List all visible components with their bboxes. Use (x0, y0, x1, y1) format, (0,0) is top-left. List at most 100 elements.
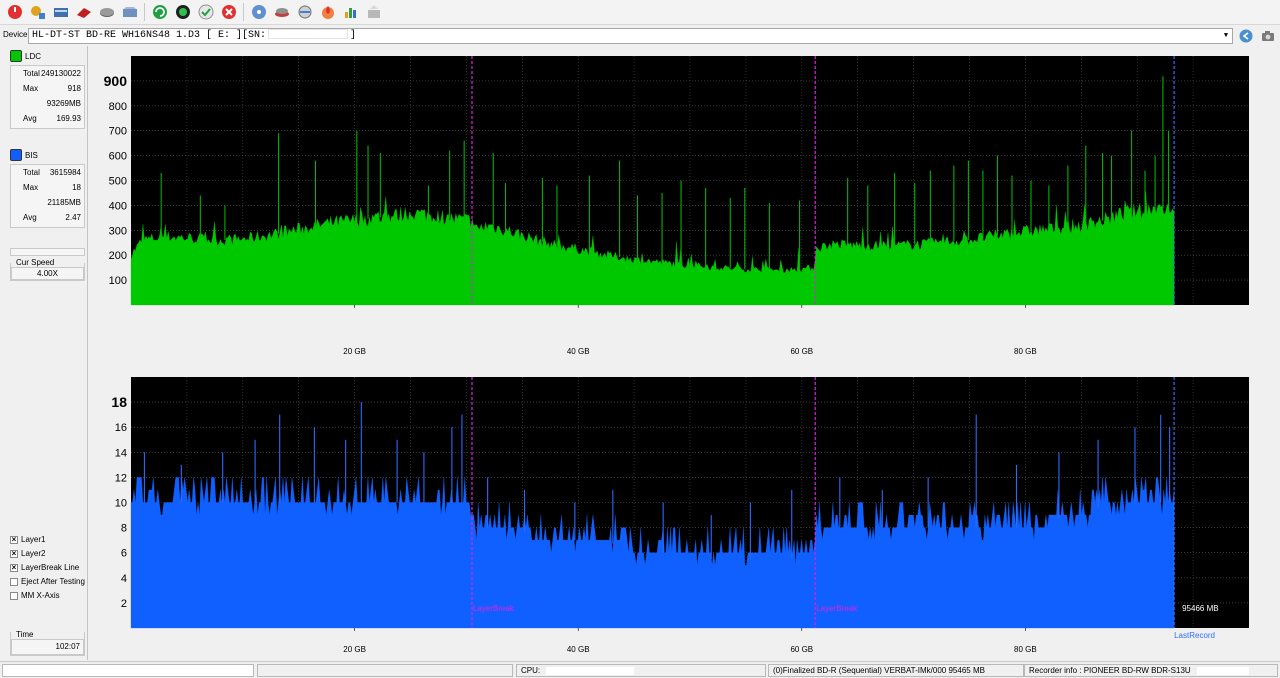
time-value: 102:07 (11, 639, 84, 655)
status-bar: CPU: (0)Finalized BD-R (Sequential) VERB… (0, 661, 1280, 678)
y-tick-label: 600 (109, 151, 127, 163)
layer-break-label: LayerBreak (473, 604, 515, 613)
bis-avg: 2.47 (65, 213, 81, 222)
bis-label: BIS (25, 150, 38, 160)
device-row: Device: HL-DT-ST BD-RE WH16NS48 1.D3 [ E… (0, 27, 1280, 45)
disc-icon[interactable] (97, 2, 117, 22)
ldc-avg: 169.93 (56, 114, 81, 123)
ldc-max-row: Max 918 (11, 81, 84, 96)
ldc-label: LDC (25, 51, 42, 61)
bis-stats: Total 3615984 Max 18 21185MB Avg 2.47 (10, 164, 85, 228)
disc-blue-icon[interactable] (249, 2, 269, 22)
series-area (130, 191, 1175, 306)
speed-label: Cur Speed (15, 258, 56, 267)
option-label: Layer2 (21, 549, 46, 558)
x-tick-label: 80 GB (1014, 645, 1037, 654)
status-recorder: Recorder info : PIONEER BD-RW BDR-S13U (1024, 664, 1278, 677)
bis-max-pos-row: 21185MB (11, 195, 84, 210)
layer-break-label: LayerBreak (816, 604, 858, 613)
x-tick-label: 40 GB (567, 645, 590, 654)
bis-avg-row: Avg 2.47 (11, 210, 84, 225)
bis-color-swatch (10, 149, 22, 161)
ldc-legend: LDC (10, 49, 41, 63)
left-panel: LDC Total 249130022 Max 918 93269MB Avg 169… (0, 46, 88, 660)
x-tick-label: 40 GB (567, 347, 590, 356)
device-select[interactable]: HL-DT-ST BD-RE WH16NS48 1.D3 [ E: ][SN:]… (28, 28, 1233, 44)
ldc-avg-row: Avg 169.93 (11, 111, 84, 126)
x-tick-label: 80 GB (1014, 347, 1037, 356)
status-disc: (0)Finalized BD-R (Sequential) VERBAT-IM… (768, 664, 1024, 677)
drive-info-icon[interactable] (51, 2, 71, 22)
chevron-down-icon[interactable]: ▼ (1220, 29, 1232, 43)
stop-icon[interactable] (219, 2, 239, 22)
chart-icon[interactable] (341, 2, 361, 22)
device-label: Device: (3, 30, 30, 39)
last-record-label: LastRecord (1174, 631, 1215, 640)
write-icon[interactable] (120, 2, 140, 22)
tray-icon[interactable] (272, 2, 292, 22)
checkbox[interactable]: × (10, 563, 18, 572)
speed-value: 4.00X (11, 267, 84, 280)
option-label: MM X-Axis (21, 591, 60, 600)
checkbox[interactable] (10, 591, 18, 600)
option-eject-after-testing[interactable]: Eject After Testing (10, 575, 85, 588)
ldc-chart: 100 200 300 400 500 600 700 800 900 20 GB 40 GB 60 … (104, 56, 1249, 356)
y-tick-label: 18 (111, 394, 127, 410)
device-value: HL-DT-ST BD-RE WH16NS48 1.D3 [ E: ][SN: (32, 30, 267, 41)
y-tick-label: 10 (115, 498, 127, 510)
x-tick-label: 20 GB (343, 347, 366, 356)
ldc-max-pos-row: 93269MB (11, 96, 84, 111)
wizard-icon[interactable] (28, 2, 48, 22)
option-layer2[interactable]: × Layer2 (10, 547, 45, 560)
ldc-max-pos: 93269MB (46, 99, 81, 108)
option-label: LayerBreak Line (21, 563, 80, 572)
checkbox[interactable]: × (10, 535, 18, 544)
bis-total: 3615984 (49, 168, 81, 177)
y-tick-label: 8 (121, 523, 127, 535)
checkbox[interactable]: × (10, 549, 18, 558)
y-tick-label: 200 (109, 250, 127, 262)
y-tick-label: 700 (109, 126, 127, 138)
time-group: Time 102:07 (10, 630, 85, 656)
scan-icon[interactable] (295, 2, 315, 22)
y-tick-label: 4 (121, 573, 127, 585)
series-area (130, 477, 1175, 629)
recorder-box (1196, 666, 1249, 675)
ldc-stats: Total 249130022 Max 918 93269MB Avg 169.93 (10, 65, 85, 129)
option-mm-x-axis[interactable]: MM X-Axis (10, 589, 60, 602)
globe-icon[interactable] (173, 2, 193, 22)
cpu-meter (546, 666, 635, 675)
bis-total-row: Total 3615984 (11, 165, 84, 180)
time-label: Time (15, 630, 35, 639)
y-tick-label: 100 (109, 275, 127, 287)
option-layerbreak-line[interactable]: × LayerBreak Line (10, 561, 79, 574)
bis-max: 18 (72, 183, 81, 192)
status-progress (2, 664, 254, 677)
bis-max-row: Max 18 (11, 180, 84, 195)
toolbar-separator (243, 3, 244, 21)
camera-icon[interactable] (1260, 28, 1276, 44)
x-tick-label: 20 GB (343, 645, 366, 654)
refresh-icon[interactable] (150, 2, 170, 22)
y-tick-label: 300 (109, 225, 127, 237)
charts-area: 100 200 300 400 500 600 700 800 900 20 GB 40 GB 60 … (104, 56, 1249, 654)
erase-icon[interactable] (74, 2, 94, 22)
bis-max-pos: 21185MB (47, 198, 81, 207)
y-tick-label: 12 (115, 472, 127, 484)
checkbox[interactable] (10, 577, 18, 586)
back-icon[interactable] (1238, 28, 1254, 44)
ldc-max: 918 (67, 84, 81, 93)
y-tick-label: 6 (121, 548, 127, 560)
bis-chart: LayerBreak LayerBreak LastRecord 95466 MB 2 4… (111, 377, 1249, 654)
option-layer1[interactable]: × Layer1 (10, 533, 45, 546)
eject-icon[interactable] (364, 2, 384, 22)
burn-icon[interactable] (318, 2, 338, 22)
y-tick-label: 2 (121, 598, 127, 610)
y-tick-label: 800 (109, 101, 127, 113)
check-icon[interactable] (196, 2, 216, 22)
serial-number-box (268, 29, 349, 40)
toolbar-separator (144, 3, 145, 21)
y-tick-label: 16 (115, 422, 127, 434)
power-icon[interactable] (5, 2, 25, 22)
x-tick-label: 60 GB (790, 347, 813, 356)
